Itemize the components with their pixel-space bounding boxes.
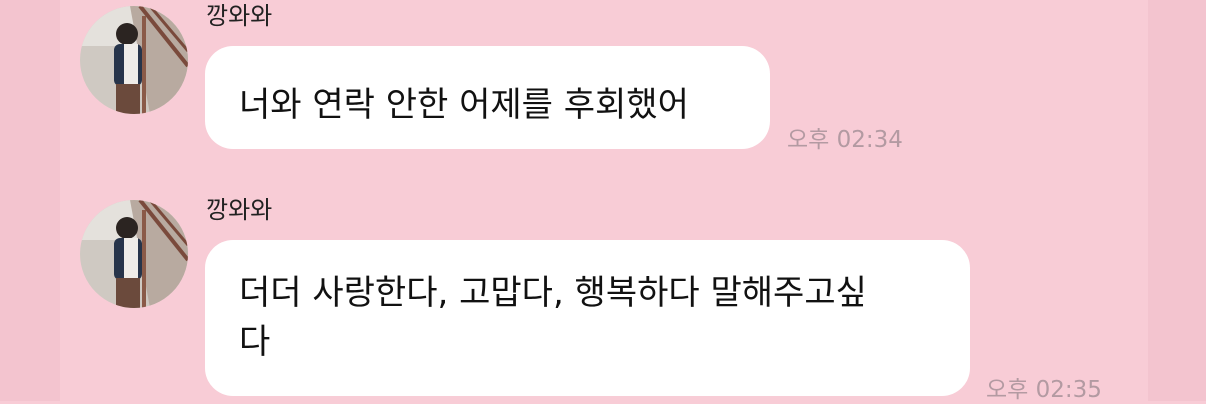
message-text: 더더 사랑한다, 고맙다, 행복하다 말해주고싶 다	[239, 273, 867, 362]
message-bubble[interactable]: 더더 사랑한다, 고맙다, 행복하다 말해주고싶 다	[205, 240, 970, 396]
sender-name: 깡와와	[206, 2, 273, 30]
message-bubble[interactable]: 너와 연락 안한 어제를 후회했어	[205, 46, 770, 149]
avatar[interactable]	[80, 6, 188, 114]
avatar[interactable]	[80, 200, 188, 308]
left-panel-edge	[0, 0, 60, 401]
sender-name: 깡와와	[206, 196, 273, 224]
right-panel-edge	[1148, 0, 1206, 401]
message-timestamp: 오후 02:35	[986, 377, 1102, 403]
message-timestamp: 오후 02:34	[787, 127, 903, 153]
message-text: 너와 연락 안한 어제를 후회했어	[239, 85, 689, 125]
